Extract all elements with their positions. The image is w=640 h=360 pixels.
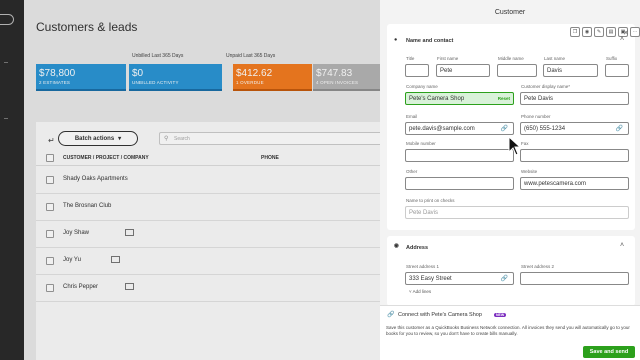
website-label: Website [521,169,538,174]
suffix-field[interactable] [605,64,629,77]
suffix-label: Suffix [606,56,618,61]
phone-value: (650) 555-1234 [524,126,566,132]
street2-label: Street address 2 [521,264,555,269]
display-name-field[interactable]: Pete Davis [520,92,629,105]
title-label: Title [406,56,415,61]
modal-dim-overlay [0,0,380,360]
email-value: pete.davis@sample.com [409,126,475,132]
address-section: ◉ Address ˄ Street address 1 333 Easy St… [387,236,635,306]
name-contact-section: ❐ ◉ ✎ ▤ ▣ ⋯ ✕ ● Name and contact ˄ Title Firs… [387,24,640,230]
person-icon: ● [394,37,398,43]
connect-banner: 🔗 Connect with Pete's Camera Shop NEW Sa… [380,305,640,360]
email-label: Email [406,114,418,119]
street1-label: Street address 1 [406,264,440,269]
middle-name-field[interactable] [497,64,537,77]
link-icon: 🔗 [387,312,395,318]
title-field[interactable] [405,64,429,77]
reset-link[interactable]: Reset [498,96,510,101]
print-on-checks-field[interactable]: Pete Davis [405,206,629,219]
email-field[interactable]: pete.davis@sample.com 🔗 [405,122,514,135]
section-heading-name: Name and contact [406,38,454,44]
company-name-value: Pete's Camera Shop [409,96,465,102]
last-name-label: Last name [544,56,566,61]
edit-icon[interactable]: ✎ [594,27,604,37]
location-icon[interactable]: ◉ [582,27,592,37]
chevron-up-icon[interactable]: ˄ [620,36,624,43]
card-icon[interactable]: ▤ [606,27,616,37]
link-icon[interactable]: 🔗 [616,125,623,132]
link-icon[interactable]: 🔗 [501,125,508,132]
save-and-send-button[interactable]: Save and send [583,346,635,358]
add-lines-link[interactable]: ˅ Add lines [409,289,431,294]
other-field[interactable] [405,177,514,190]
other-label: Other [406,169,418,174]
section-heading-address: Address [406,245,429,251]
phone-field[interactable]: (650) 555-1234 🔗 [520,122,629,135]
mobile-label: Mobile number [406,141,436,146]
mouse-pointer-icon [508,136,522,156]
display-name-label: Customer display name* [521,84,571,89]
fax-field[interactable] [520,149,629,162]
last-name-field[interactable]: Davis [543,64,598,77]
street2-field[interactable] [520,272,629,285]
mobile-field[interactable] [405,149,514,162]
link-icon[interactable]: 🔗 [501,275,508,282]
more-icon[interactable]: ⋯ [630,27,640,37]
chevron-up-icon[interactable]: ˄ [620,242,624,249]
print-on-checks-label: Name to print on checks [406,198,455,203]
panel-toolbar: ❐ ◉ ✎ ▤ ▣ ⋯ [570,27,640,37]
add-lines-label: Add lines [412,289,432,294]
phone-label: Phone number [521,114,551,119]
new-badge: NEW [494,313,507,317]
company-name-label: Company name [406,84,438,89]
customer-panel: Customer ❐ ◉ ✎ ▤ ▣ ⋯ ✕ ● Name and contact ˄ T… [380,0,640,360]
first-name-field[interactable]: Pete [436,64,490,77]
connect-description: Save this customer as a QuickBooks Busin… [386,325,630,336]
copy-icon[interactable]: ❐ [570,27,580,37]
street1-field[interactable]: 333 Easy Street 🔗 [405,272,514,285]
connect-title: Connect with Pete's Camera Shop [398,312,482,318]
panel-title: Customer [494,9,526,16]
location-icon: ◉ [394,243,399,249]
first-name-label: First name [437,56,459,61]
fax-label: Fax [521,141,529,146]
middle-name-label: Middle name [498,56,524,61]
website-field[interactable]: www.petescamera.com [520,177,629,190]
company-name-field[interactable]: Pete's Camera Shop Reset [405,92,514,105]
street1-value: 333 Easy Street [409,276,452,282]
